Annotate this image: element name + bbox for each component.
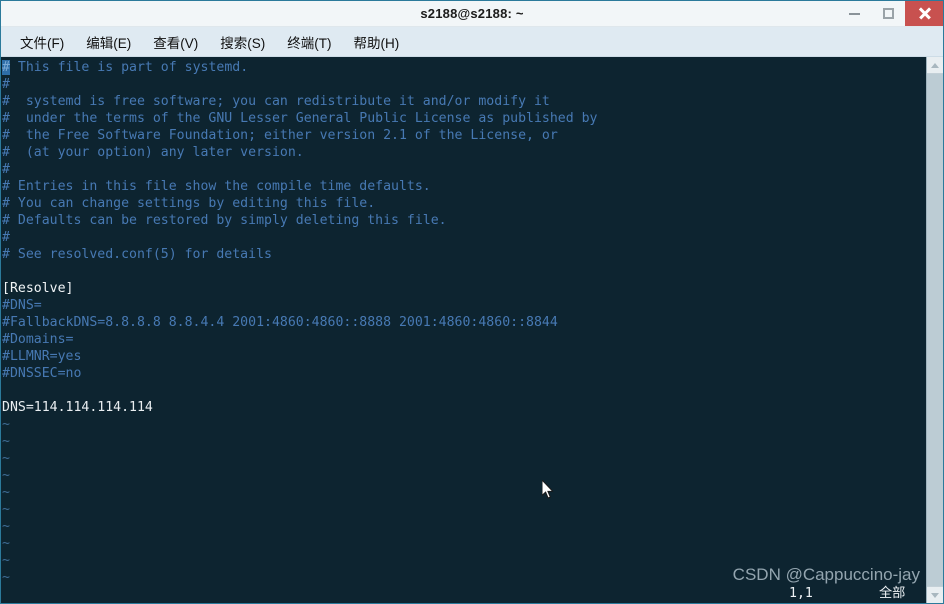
terminal-line: # You can change settings by editing thi… [2, 196, 376, 211]
terminal-line: ~ [2, 451, 10, 466]
close-icon [918, 7, 931, 20]
menu-bar: 文件(F) 编辑(E) 查看(V) 搜索(S) 终端(T) 帮助(H) [1, 27, 943, 57]
terminal-line: ~ [2, 485, 10, 500]
terminal-line: ~ [2, 553, 10, 568]
terminal-line: #Domains= [2, 332, 74, 347]
terminal-line: ~ [2, 502, 10, 517]
terminal-line: # systemd is free software; you can redi… [2, 94, 550, 109]
scrollbar-up-button[interactable] [927, 57, 943, 74]
terminal-screen[interactable]: # This file is part of systemd. # # system… [1, 57, 926, 603]
menu-item-help[interactable]: 帮助(H) [343, 29, 411, 55]
terminal-line: # See resolved.conf(5) for details [2, 247, 272, 262]
terminal-line: DNS=114.114.114.114 [2, 400, 153, 415]
menu-item-search[interactable]: 搜索(S) [209, 29, 276, 55]
vim-text-area[interactable]: # This file is part of systemd. # # system… [1, 59, 926, 586]
chevron-up-icon [931, 62, 939, 68]
terminal-line: # [2, 77, 10, 92]
terminal-line: # (at your option) any later version. [2, 145, 304, 160]
minimize-icon [848, 12, 860, 15]
maximize-button[interactable] [871, 1, 905, 26]
terminal-line: #DNSSEC=no [2, 366, 82, 381]
vim-status-line: "/etc/systemd/resolved.conf" 21L, 631C 1… [1, 584, 926, 603]
terminal-line: # under the terms of the GNU Lesser Gene… [2, 111, 598, 126]
vertical-scrollbar[interactable] [926, 57, 943, 603]
terminal-line: ~ [2, 468, 10, 483]
vim-block-cursor: # [2, 60, 10, 75]
chevron-down-icon [931, 592, 939, 598]
menu-item-terminal[interactable]: 终端(T) [276, 29, 342, 55]
terminal-line: ~ [2, 536, 10, 551]
window-controls [837, 1, 943, 26]
terminal-line: #DNS= [2, 298, 42, 313]
terminal-line: # Entries in this file show the compile … [2, 179, 431, 194]
terminal-line: # Defaults can be restored by simply del… [2, 213, 447, 228]
terminal-line: # the Free Software Foundation; either v… [2, 128, 558, 143]
scrollbar-track[interactable] [927, 74, 943, 586]
terminal-line: ~ [2, 519, 10, 534]
terminal-line: #LLMNR=yes [2, 349, 82, 364]
title-bar: s2188@s2188: ~ [1, 1, 943, 27]
terminal-window: s2188@s2188: ~ 文件(F) 编辑(E) 查看(V) 搜索(S) 终… [0, 0, 944, 604]
terminal-line: ~ [2, 417, 10, 432]
close-button[interactable] [905, 1, 943, 26]
terminal-line: # [2, 162, 10, 177]
minimize-button[interactable] [837, 1, 871, 26]
menu-item-view[interactable]: 查看(V) [142, 29, 209, 55]
window-title: s2188@s2188: ~ [420, 6, 524, 21]
menu-item-file[interactable]: 文件(F) [9, 29, 75, 55]
terminal-line: [Resolve] [2, 281, 74, 296]
status-scroll-scope: 全部 [879, 586, 906, 601]
terminal-line: # [2, 230, 10, 245]
terminal-line: # This file is part of systemd. [2, 60, 249, 75]
terminal-line: #FallbackDNS=8.8.8.8 8.8.4.4 2001:4860:4… [2, 315, 558, 330]
terminal-body: # This file is part of systemd. # # system… [1, 57, 943, 603]
maximize-icon [882, 8, 894, 19]
terminal-line: ~ [2, 434, 10, 449]
status-cursor-position: 1,1 [789, 586, 813, 601]
menu-item-edit[interactable]: 编辑(E) [75, 29, 142, 55]
scrollbar-down-button[interactable] [927, 586, 943, 603]
